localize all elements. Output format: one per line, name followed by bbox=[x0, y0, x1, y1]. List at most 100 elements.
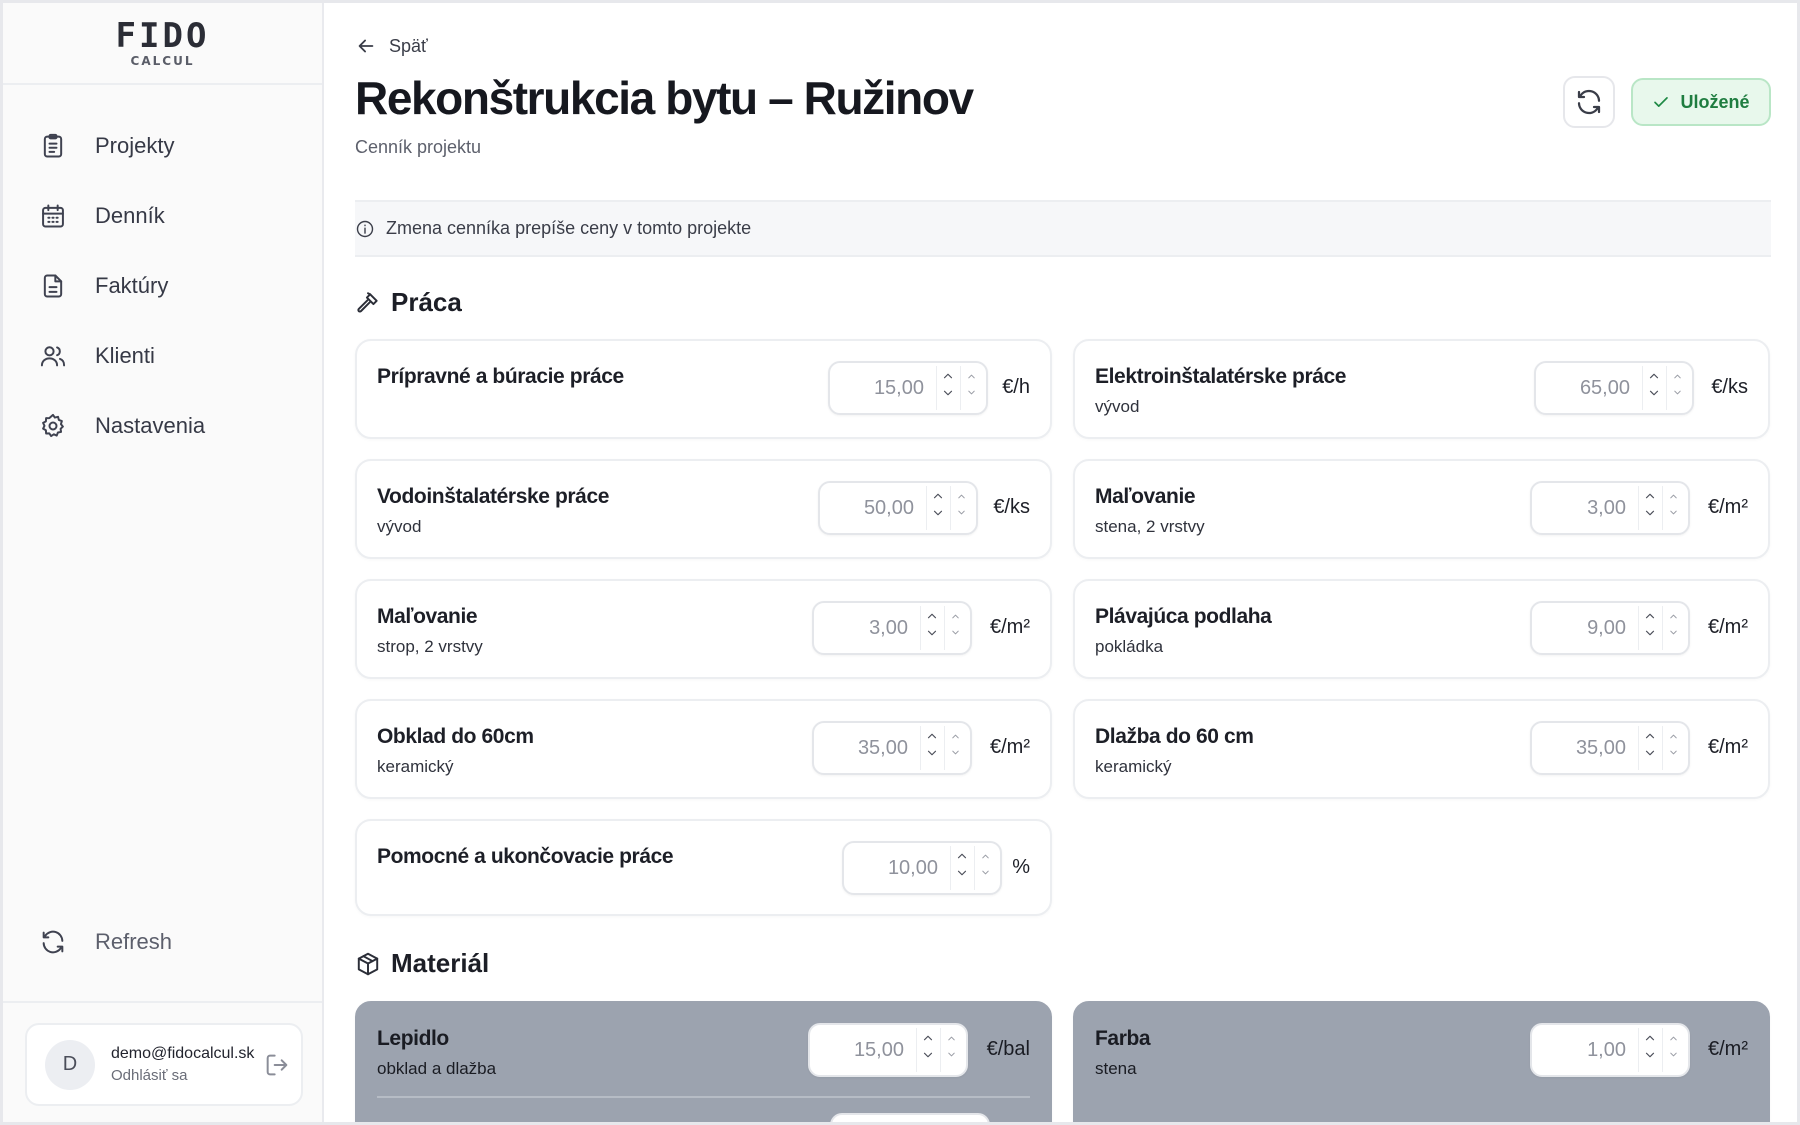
chevron-down-icon[interactable] bbox=[1668, 747, 1679, 758]
chevron-down-icon[interactable] bbox=[966, 387, 977, 398]
chevron-down-icon[interactable] bbox=[1643, 746, 1657, 760]
chevron-up-icon[interactable] bbox=[950, 731, 961, 742]
stepper-native[interactable] bbox=[944, 726, 966, 770]
chevron-up-icon[interactable] bbox=[921, 1031, 935, 1045]
stepper[interactable] bbox=[1638, 486, 1660, 530]
sidebar-item-dennik[interactable]: Denník bbox=[3, 181, 322, 251]
stepper-native[interactable] bbox=[1662, 1028, 1684, 1072]
item-unit: €/ks bbox=[1711, 376, 1748, 398]
chevron-down-icon[interactable] bbox=[950, 627, 961, 638]
stepper[interactable] bbox=[916, 1028, 938, 1072]
item-name: Prípravné a búracie práce bbox=[377, 365, 624, 388]
chevron-up-icon[interactable] bbox=[1643, 729, 1657, 743]
chevron-down-icon[interactable] bbox=[1647, 386, 1661, 400]
chevron-up-icon[interactable] bbox=[1668, 1033, 1679, 1044]
chevron-up-icon[interactable] bbox=[1668, 731, 1679, 742]
user-card[interactable]: D demo@fidocalcul.sk Odhlásiť sa bbox=[25, 1023, 303, 1106]
chevron-up-icon[interactable] bbox=[955, 849, 969, 863]
chevron-down-icon[interactable] bbox=[1643, 506, 1657, 520]
chevron-down-icon[interactable] bbox=[1668, 627, 1679, 638]
stepper-native[interactable] bbox=[950, 486, 972, 530]
chevron-up-icon[interactable] bbox=[1668, 611, 1679, 622]
chevron-down-icon[interactable] bbox=[931, 506, 945, 520]
chevron-down-icon[interactable] bbox=[1643, 1048, 1657, 1062]
stepper-native[interactable] bbox=[960, 366, 982, 410]
chevron-up-icon[interactable] bbox=[980, 851, 991, 862]
sidebar-item-klienti[interactable]: Klienti bbox=[3, 321, 322, 391]
sidebar: FIDO CALCUL Projekty Denník Faktúry Klie… bbox=[3, 3, 324, 1122]
saved-status-button[interactable]: Uložené bbox=[1631, 78, 1771, 126]
back-button[interactable]: Späť bbox=[355, 35, 428, 57]
stepper-native[interactable] bbox=[1662, 606, 1684, 650]
sidebar-item-faktury[interactable]: Faktúry bbox=[3, 251, 322, 321]
chevron-down-icon[interactable] bbox=[955, 866, 969, 880]
refresh-button[interactable]: Refresh bbox=[3, 907, 322, 977]
stepper-native[interactable] bbox=[1662, 726, 1684, 770]
chevron-down-icon[interactable] bbox=[946, 1049, 957, 1060]
chevron-up-icon[interactable] bbox=[946, 1033, 957, 1044]
stepper[interactable] bbox=[926, 486, 948, 530]
chevron-up-icon[interactable] bbox=[1672, 371, 1683, 382]
stepper-native[interactable] bbox=[944, 606, 966, 650]
chevron-up-icon[interactable] bbox=[1643, 1031, 1657, 1045]
chevron-up-icon[interactable] bbox=[1643, 489, 1657, 503]
clipboard-icon bbox=[43, 133, 63, 158]
chevron-down-icon[interactable] bbox=[1672, 387, 1683, 398]
chevron-up-icon[interactable] bbox=[950, 611, 961, 622]
stepper[interactable] bbox=[936, 366, 958, 410]
stepper-native[interactable] bbox=[1666, 366, 1688, 410]
chevron-up-icon[interactable] bbox=[966, 371, 977, 382]
chevron-up-icon[interactable] bbox=[956, 491, 967, 502]
stepper[interactable] bbox=[920, 726, 942, 770]
chevron-up-icon[interactable] bbox=[925, 729, 939, 743]
chevron-down-icon[interactable] bbox=[980, 867, 991, 878]
stepper[interactable] bbox=[1638, 1028, 1660, 1072]
price-input[interactable]: 3,00 bbox=[1530, 481, 1690, 535]
chevron-up-icon[interactable] bbox=[1668, 491, 1679, 502]
chevron-up-icon[interactable] bbox=[925, 609, 939, 623]
price-input[interactable]: 10,00 bbox=[842, 841, 1002, 895]
chevron-down-icon[interactable] bbox=[925, 746, 939, 760]
price-input[interactable]: 15,00 bbox=[808, 1023, 968, 1077]
sidebar-item-nastavenia[interactable]: Nastavenia bbox=[3, 391, 322, 461]
stepper-native[interactable] bbox=[974, 846, 996, 890]
price-input[interactable]: 3,00 bbox=[812, 601, 972, 655]
price-input[interactable]: 1,00 bbox=[1530, 1023, 1690, 1077]
chevron-down-icon[interactable] bbox=[921, 1048, 935, 1062]
logo[interactable]: FIDO CALCUL bbox=[3, 3, 322, 85]
stepper[interactable] bbox=[950, 846, 972, 890]
price-input[interactable]: 65,00 bbox=[1534, 361, 1694, 415]
price-input[interactable]: 15,00 bbox=[828, 361, 988, 415]
stepper[interactable] bbox=[1638, 726, 1660, 770]
stepper-native[interactable] bbox=[1662, 486, 1684, 530]
chevron-down-icon[interactable] bbox=[956, 507, 967, 518]
chevron-down-icon[interactable] bbox=[941, 386, 955, 400]
sidebar-item-projekty[interactable]: Projekty bbox=[3, 111, 322, 181]
chevron-down-icon[interactable] bbox=[1668, 507, 1679, 518]
stepper-native[interactable] bbox=[940, 1028, 962, 1072]
price-input[interactable]: 35,00 bbox=[812, 721, 972, 775]
stepper[interactable] bbox=[920, 606, 942, 650]
chevron-up-icon[interactable] bbox=[941, 369, 955, 383]
chevron-down-icon[interactable] bbox=[925, 626, 939, 640]
stepper[interactable] bbox=[1638, 606, 1660, 650]
logout-icon[interactable] bbox=[263, 1051, 291, 1079]
chevron-down-icon[interactable] bbox=[950, 747, 961, 758]
chevron-up-icon[interactable] bbox=[1647, 369, 1661, 383]
chevron-up-icon[interactable] bbox=[931, 489, 945, 503]
sidebar-item-label: Projekty bbox=[95, 133, 175, 158]
saved-label: Uložené bbox=[1680, 91, 1750, 112]
logout-link[interactable]: Odhlásiť sa bbox=[111, 1067, 259, 1084]
price-input[interactable]: 9,00 bbox=[1530, 601, 1690, 655]
sync-button[interactable] bbox=[1563, 76, 1615, 128]
logo-text: FIDO bbox=[115, 15, 210, 56]
chevron-up-icon[interactable] bbox=[1643, 609, 1657, 623]
chevron-down-icon[interactable] bbox=[1643, 626, 1657, 640]
info-notice: Zmena cenníka prepíše ceny v tomto proje… bbox=[355, 200, 1771, 257]
price-card: Prípravné a búracie práce 15,00 €/h bbox=[355, 339, 1052, 439]
price-input[interactable]: 35,00 bbox=[1530, 721, 1690, 775]
stepper[interactable] bbox=[1642, 366, 1664, 410]
chevron-down-icon[interactable] bbox=[1668, 1049, 1679, 1060]
price-input[interactable]: 50,00 bbox=[818, 481, 978, 535]
price-input[interactable] bbox=[830, 1113, 990, 1122]
